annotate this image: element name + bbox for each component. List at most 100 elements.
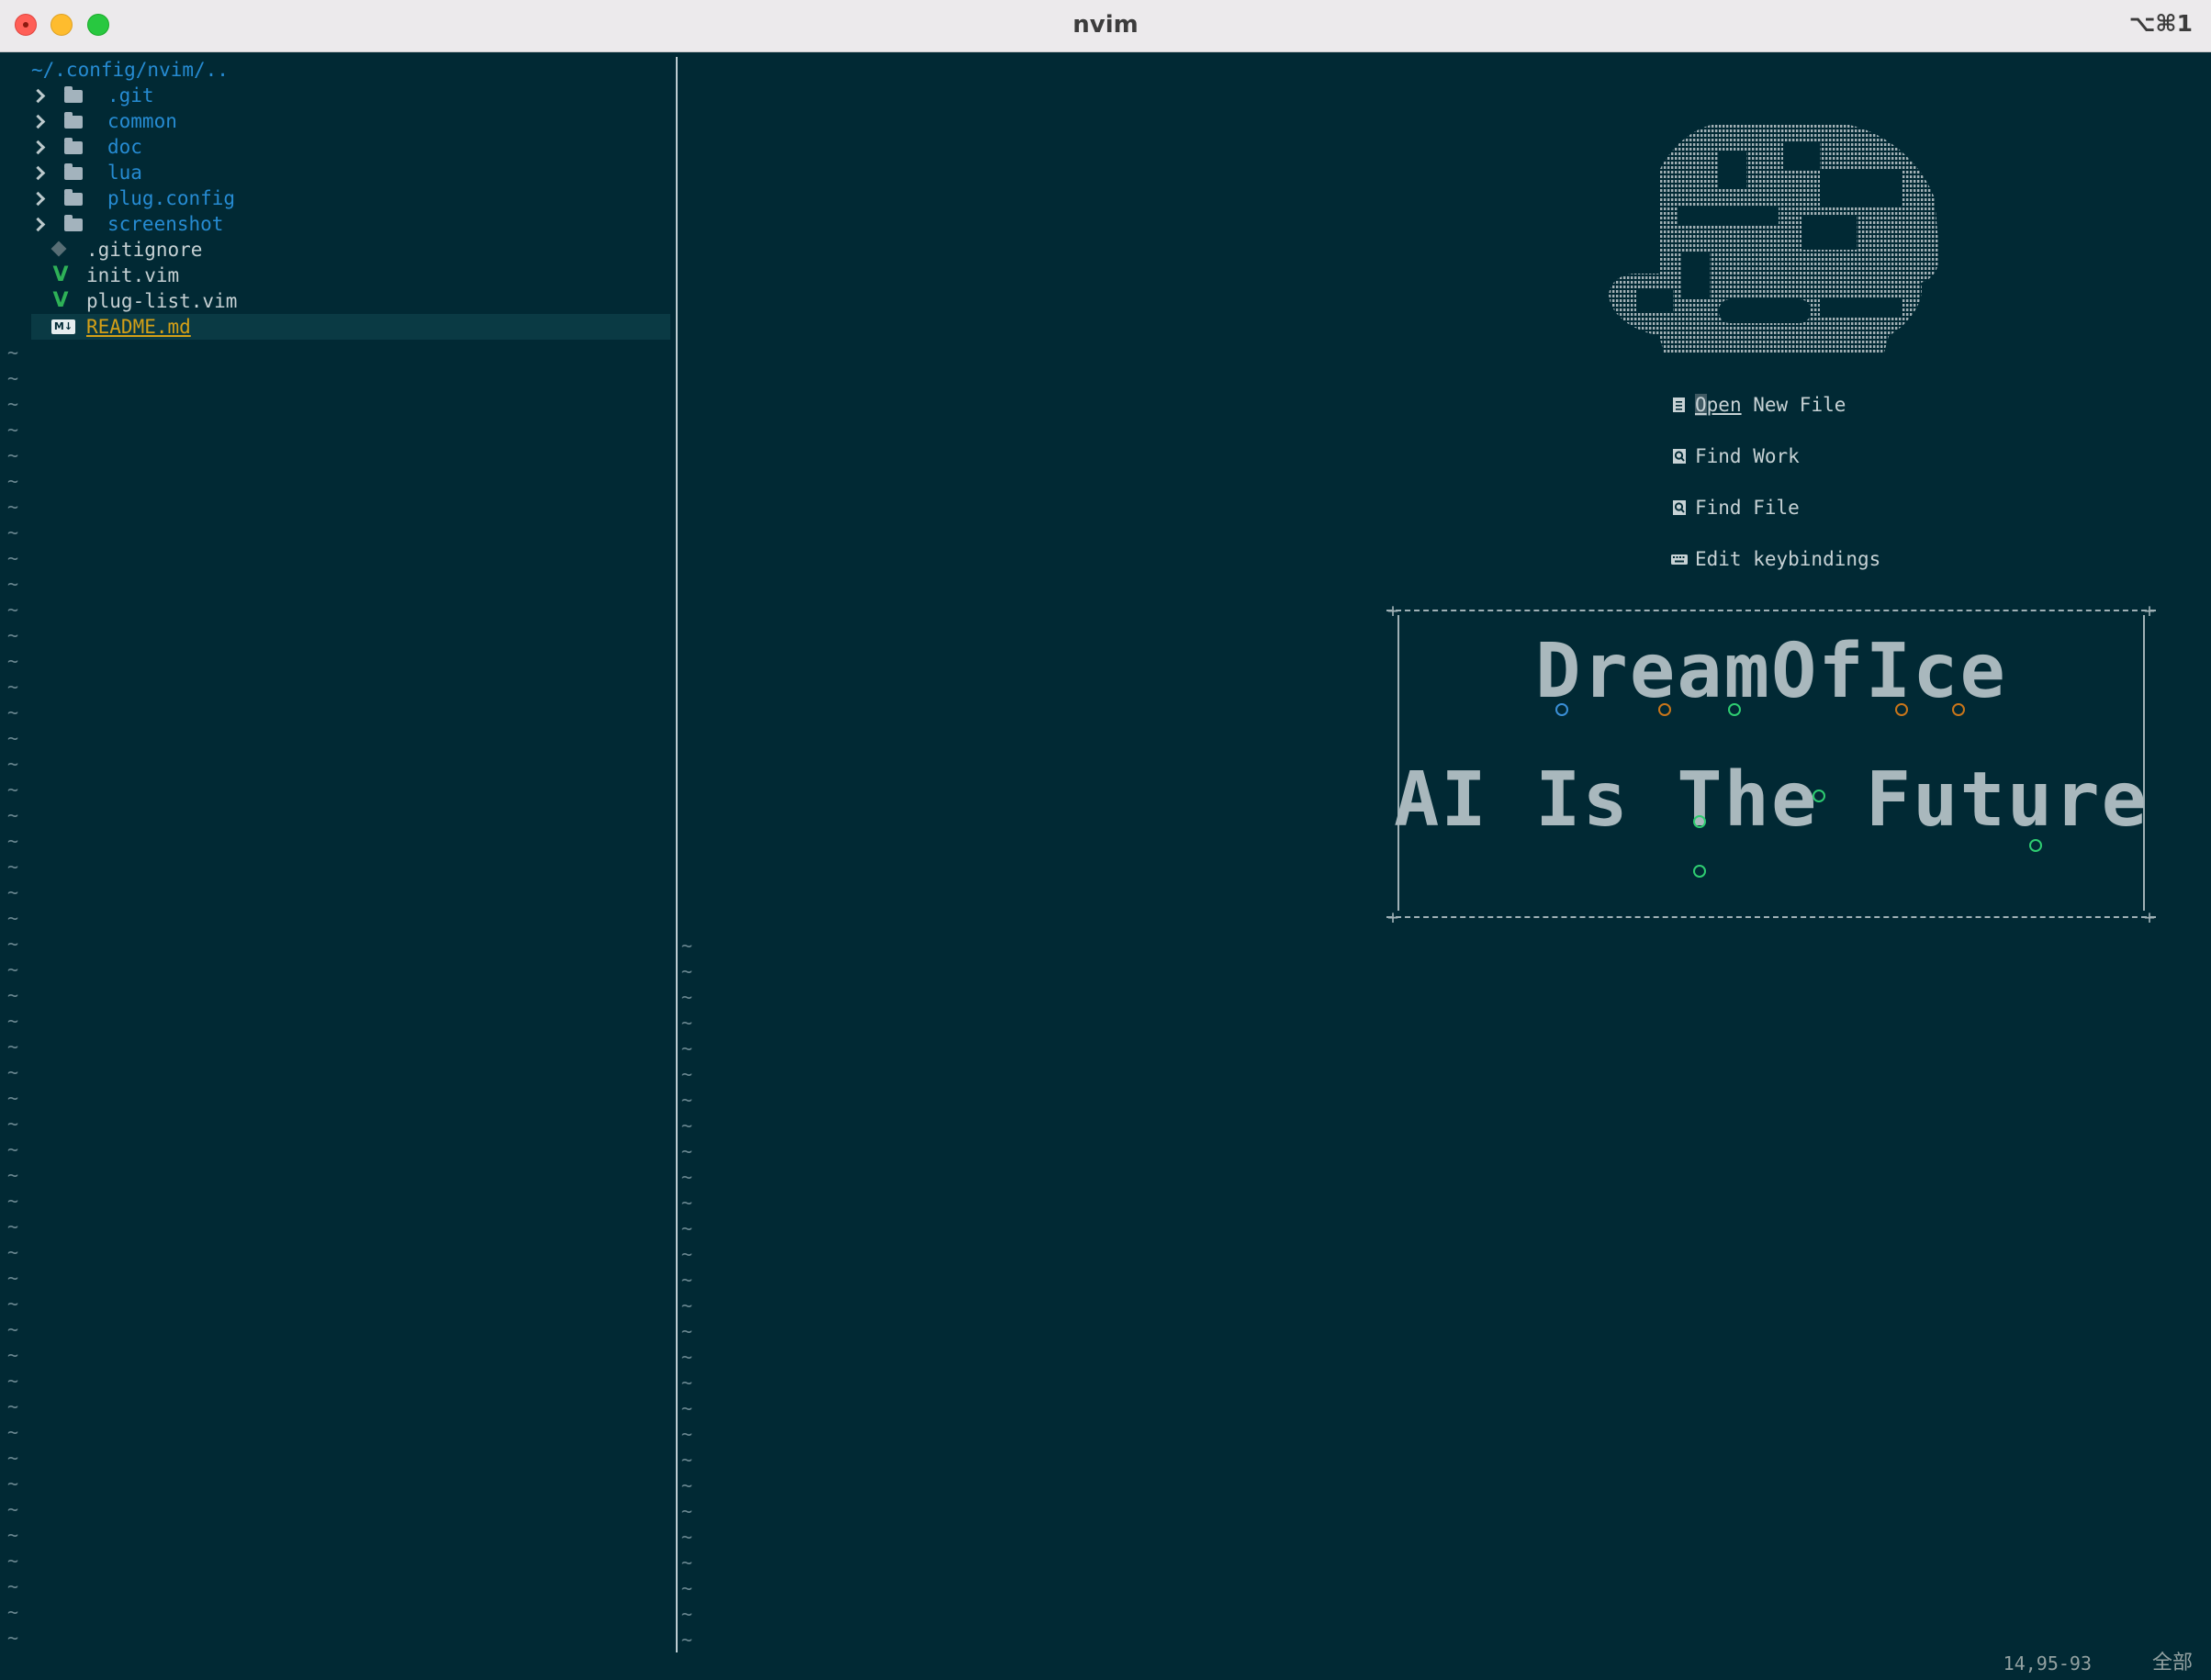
banner-line-2: AI Is The Future [1394,756,2149,844]
folder-icon [64,112,83,129]
tree-folder-git[interactable]: .git [31,83,670,108]
empty-line-marker: ~ [681,1423,693,1445]
empty-line-marker: ~ [7,393,19,415]
banner-accent-dot [1895,703,1908,716]
empty-line-marker: ~ [681,1192,693,1214]
banner-line-1: DreamOfIce [1535,628,2007,715]
empty-line-marker: ~ [7,1190,19,1212]
tree-folder-common[interactable]: common [31,108,670,134]
banner-accent-dot [1693,865,1706,878]
empty-line-marker: ~ [681,1629,693,1651]
banner-accent-dot [1693,815,1706,828]
empty-line-marker: ~ [7,701,19,723]
empty-line-marker: ~ [681,1217,693,1239]
empty-line-marker: ~ [7,1575,19,1597]
empty-line-marker: ~ [7,1421,19,1443]
empty-line-marker: ~ [681,1500,693,1522]
empty-line-marker: ~ [7,933,19,955]
window-split-divider[interactable] [676,57,678,1652]
tree-file-plug-list-vim[interactable]: V plug-list.vim [31,288,670,314]
folder-icon [64,215,83,231]
empty-line-marker: ~ [7,419,19,441]
banner-corner: + [2143,599,2156,622]
chevron-right-icon [31,108,48,134]
empty-line-marker: ~ [681,1294,693,1316]
tree-folder-lua[interactable]: lua [31,160,670,185]
git-icon [51,241,67,257]
empty-line-marker: ~ [7,444,19,466]
empty-line-marker: ~ [7,496,19,518]
file-name: .gitignore [86,239,203,261]
file-name: init.vim [86,264,180,286]
file-tree-root-path[interactable]: ~/.config/nvim/.. [31,57,229,83]
banner-accent-dot [2029,839,2042,852]
tree-file-gitignore[interactable]: .gitignore [31,237,670,263]
empty-line-marker: ~ [7,676,19,698]
chevron-right-icon [31,160,48,185]
empty-line-marker: ~ [681,1012,693,1034]
empty-line-marker: ~ [7,342,19,364]
empty-line-marker: ~ [7,1498,19,1520]
banner-accent-dot [1728,703,1741,716]
folder-icon [64,163,83,180]
empty-line-marker: ~ [7,1061,19,1083]
empty-line-marker: ~ [7,1241,19,1263]
empty-line-marker: ~ [7,470,19,492]
folder-name: plug.config [107,187,236,209]
empty-line-marker: ~ [7,1627,19,1649]
empty-line-marker: ~ [7,984,19,1006]
empty-line-marker: ~ [681,1140,693,1162]
vim-icon: V [52,289,69,312]
folder-name: doc [107,136,142,158]
empty-line-marker: ~ [7,1473,19,1495]
folder-name: common [107,110,177,132]
empty-line-marker: ~ [7,624,19,646]
menu-label: Find Work [1695,445,1800,467]
empty-line-marker: ~ [7,830,19,852]
folder-name: .git [107,84,154,106]
folder-icon [64,138,83,154]
tree-file-init-vim[interactable]: V init.vim [31,263,670,288]
empty-line-marker: ~ [681,935,693,957]
empty-line-marker: ~ [681,1526,693,1548]
empty-line-marker: ~ [681,1449,693,1471]
menu-label: Edit keybindings [1695,548,1881,570]
tree-folder-plug-config[interactable]: plug.config [31,185,670,211]
banner-accent-dot [1813,790,1825,802]
empty-line-marker: ~ [7,1447,19,1469]
banner-corner: + [2143,906,2156,928]
empty-line-marker: ~ [7,650,19,672]
empty-line-marker: ~ [7,778,19,801]
banner-top-border [1386,610,2156,611]
empty-line-marker: ~ [681,1037,693,1059]
empty-line-marker: ~ [7,753,19,775]
empty-line-marker: ~ [681,986,693,1008]
empty-line-marker: ~ [7,1550,19,1572]
file-name: plug-list.vim [86,290,238,312]
title-bar: nvim ⌥⌘1 [0,0,2211,52]
window-shortcut: ⌥⌘1 [2128,10,2193,37]
scroll-position: 全部 [2151,1652,2193,1674]
empty-line-marker: ~ [681,1397,693,1419]
empty-line-marker: ~ [7,727,19,749]
tree-folder-screenshot[interactable]: screenshot [31,211,670,237]
empty-line-marker: ~ [7,1293,19,1315]
banner-bottom-border [1386,916,2156,918]
file-name: README.md [86,316,191,338]
tree-folder-doc[interactable]: doc [31,134,670,160]
dashboard-banner: + + + + DreamOfIce AI Is The Future [1386,599,2156,927]
empty-line-marker: ~ [7,599,19,621]
tree-file-readme[interactable]: M↓ README.md [31,314,670,340]
empty-line-marker: ~ [681,1089,693,1111]
keyboard-icon [1671,554,1688,565]
vim-icon: V [52,263,69,286]
new-file-icon [1673,398,1685,412]
empty-line-marker: ~ [7,907,19,929]
banner-corner: + [1386,906,1399,928]
empty-line-marker: ~ [681,1114,693,1137]
chevron-right-icon [31,211,48,237]
chevron-right-icon [31,83,48,108]
dashboard-logo-art [1609,123,1939,353]
chevron-right-icon [31,134,48,160]
empty-line-marker: ~ [681,1474,693,1496]
